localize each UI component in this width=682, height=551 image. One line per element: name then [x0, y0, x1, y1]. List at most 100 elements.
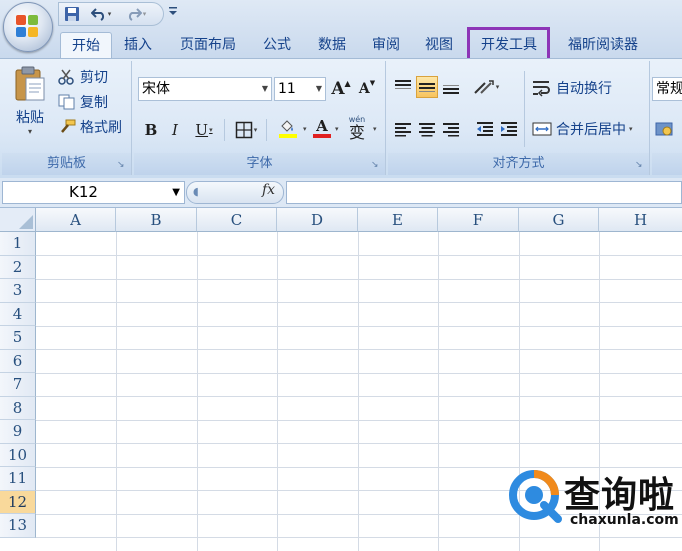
- tab-page-layout[interactable]: 页面布局: [170, 32, 246, 58]
- tab-view[interactable]: 视图: [416, 32, 462, 58]
- row-header[interactable]: 7: [0, 373, 36, 397]
- align-bottom-button[interactable]: [440, 76, 462, 98]
- save-icon[interactable]: [63, 5, 81, 23]
- accounting-format-button[interactable]: [654, 118, 676, 140]
- font-size-dropdown-icon[interactable]: ▼: [316, 78, 322, 100]
- row-header[interactable]: 9: [0, 420, 36, 444]
- column-header[interactable]: D: [277, 208, 358, 232]
- cut-button[interactable]: 剪切: [58, 66, 108, 88]
- row-header[interactable]: 3: [0, 279, 36, 303]
- undo-dropdown-icon[interactable]: ▾: [108, 10, 112, 18]
- select-all-button[interactable]: [0, 208, 36, 232]
- row-header[interactable]: 11: [0, 467, 36, 491]
- format-painter-button[interactable]: 格式刷: [58, 116, 122, 138]
- align-left-button[interactable]: [392, 118, 414, 140]
- font-size-combo[interactable]: 11 ▼: [274, 77, 326, 101]
- row-header[interactable]: 4: [0, 302, 36, 326]
- align-top-button[interactable]: [392, 76, 414, 98]
- customize-qat-icon[interactable]: [168, 5, 178, 19]
- font-color-button[interactable]: A: [310, 117, 334, 139]
- phonetic-button[interactable]: wén 变: [342, 115, 372, 143]
- ribbon: 粘贴 ▾ 剪切 复制 格式刷 剪贴板 ↘ 宋体 ▼ 11 ▼ A ▲ A ▼ B…: [0, 58, 682, 178]
- font-group-label: 字体: [134, 153, 385, 175]
- shrink-font-label: A: [358, 81, 370, 97]
- paste-label: 粘贴: [16, 110, 44, 126]
- formula-input[interactable]: [286, 181, 682, 204]
- alignment-dialog-launcher-icon[interactable]: ↘: [635, 160, 645, 170]
- column-header[interactable]: H: [599, 208, 682, 232]
- name-box[interactable]: K12 ▼: [2, 181, 185, 204]
- underline-button[interactable]: U ▾: [188, 119, 220, 141]
- office-button[interactable]: [3, 2, 53, 52]
- insert-function-icon[interactable]: fx: [262, 182, 275, 198]
- row-header[interactable]: 5: [0, 326, 36, 350]
- undo-icon[interactable]: ▾: [87, 5, 115, 23]
- align-right-button[interactable]: [440, 118, 462, 140]
- column-header[interactable]: G: [519, 208, 599, 232]
- clipboard-dialog-launcher-icon[interactable]: ↘: [117, 160, 127, 170]
- column-header[interactable]: E: [358, 208, 438, 232]
- merge-center-dropdown-icon[interactable]: ▾: [629, 125, 633, 133]
- column-header[interactable]: A: [36, 208, 116, 232]
- align-middle-button[interactable]: [416, 76, 438, 98]
- tab-formulas[interactable]: 公式: [254, 32, 300, 58]
- cut-label: 剪切: [80, 70, 108, 86]
- column-header[interactable]: B: [116, 208, 197, 232]
- fill-color-button[interactable]: [270, 117, 306, 139]
- tab-data[interactable]: 数据: [308, 32, 356, 58]
- paste-dropdown-icon[interactable]: ▾: [28, 127, 32, 136]
- merge-center-button[interactable]: 合并后居中 ▾: [532, 117, 633, 141]
- grow-font-label: A: [331, 79, 345, 99]
- paste-button[interactable]: 粘贴 ▾: [8, 65, 52, 151]
- font-name-combo[interactable]: 宋体 ▼: [138, 77, 272, 101]
- row-header-active[interactable]: 12: [0, 490, 36, 514]
- align-center-button[interactable]: [416, 118, 438, 140]
- fill-color-dropdown-icon[interactable]: ▾: [303, 125, 307, 133]
- alignment-group: ▾ 自动换行 合并后居中 ▾ 对齐方式 ↘: [388, 61, 650, 175]
- row-header[interactable]: 13: [0, 514, 36, 538]
- grow-font-button[interactable]: A ▲: [330, 78, 352, 100]
- number-format-combo[interactable]: 常规: [652, 77, 682, 101]
- row-header[interactable]: 10: [0, 443, 36, 467]
- watermark-logo-icon: [509, 470, 562, 523]
- increase-indent-icon: [501, 122, 517, 136]
- font-name-dropdown-icon[interactable]: ▼: [262, 78, 268, 100]
- phonetic-dropdown-icon[interactable]: ▾: [373, 125, 377, 133]
- borders-button[interactable]: ▾: [228, 119, 264, 141]
- number-group-label: [652, 153, 682, 175]
- align-middle-icon: [419, 83, 435, 92]
- paint-bucket-icon: [281, 119, 293, 132]
- increase-indent-button[interactable]: [498, 118, 520, 140]
- copy-button[interactable]: 复制: [58, 91, 108, 113]
- font-color-dropdown-icon[interactable]: ▾: [335, 125, 339, 133]
- font-name-value: 宋体: [142, 81, 170, 97]
- tab-foxit-reader[interactable]: 福昕阅读器: [558, 32, 648, 58]
- column-header[interactable]: C: [197, 208, 277, 232]
- bold-button[interactable]: B: [140, 119, 162, 141]
- decrease-indent-button[interactable]: [474, 118, 496, 140]
- fill-color-bar: [279, 133, 297, 138]
- shrink-font-button[interactable]: A ▼: [356, 78, 378, 100]
- row-header[interactable]: 8: [0, 396, 36, 420]
- font-dialog-launcher-icon[interactable]: ↘: [371, 160, 381, 170]
- tab-home[interactable]: 开始: [60, 32, 112, 58]
- name-box-value: K12: [69, 183, 98, 201]
- redo-icon[interactable]: ▾: [121, 5, 151, 23]
- tab-insert[interactable]: 插入: [114, 32, 162, 58]
- orientation-button[interactable]: ▾: [468, 76, 504, 98]
- tab-developer[interactable]: 开发工具: [471, 32, 547, 58]
- tab-review[interactable]: 审阅: [363, 32, 409, 58]
- font-separator: [224, 119, 225, 141]
- wrap-text-button[interactable]: 自动换行: [532, 76, 612, 100]
- formula-collapse-icon[interactable]: ◖: [193, 185, 199, 198]
- text-orientation-icon: [474, 80, 494, 94]
- redo-dropdown-icon[interactable]: ▾: [143, 10, 147, 18]
- row-header[interactable]: 2: [0, 255, 36, 279]
- row-header[interactable]: 6: [0, 349, 36, 373]
- column-header[interactable]: F: [438, 208, 519, 232]
- watermark-title: 查询啦: [564, 475, 676, 516]
- number-format-value: 常规: [656, 81, 682, 97]
- italic-button[interactable]: I: [164, 119, 186, 141]
- row-header[interactable]: 1: [0, 232, 36, 256]
- name-box-dropdown-icon[interactable]: ▼: [172, 182, 180, 203]
